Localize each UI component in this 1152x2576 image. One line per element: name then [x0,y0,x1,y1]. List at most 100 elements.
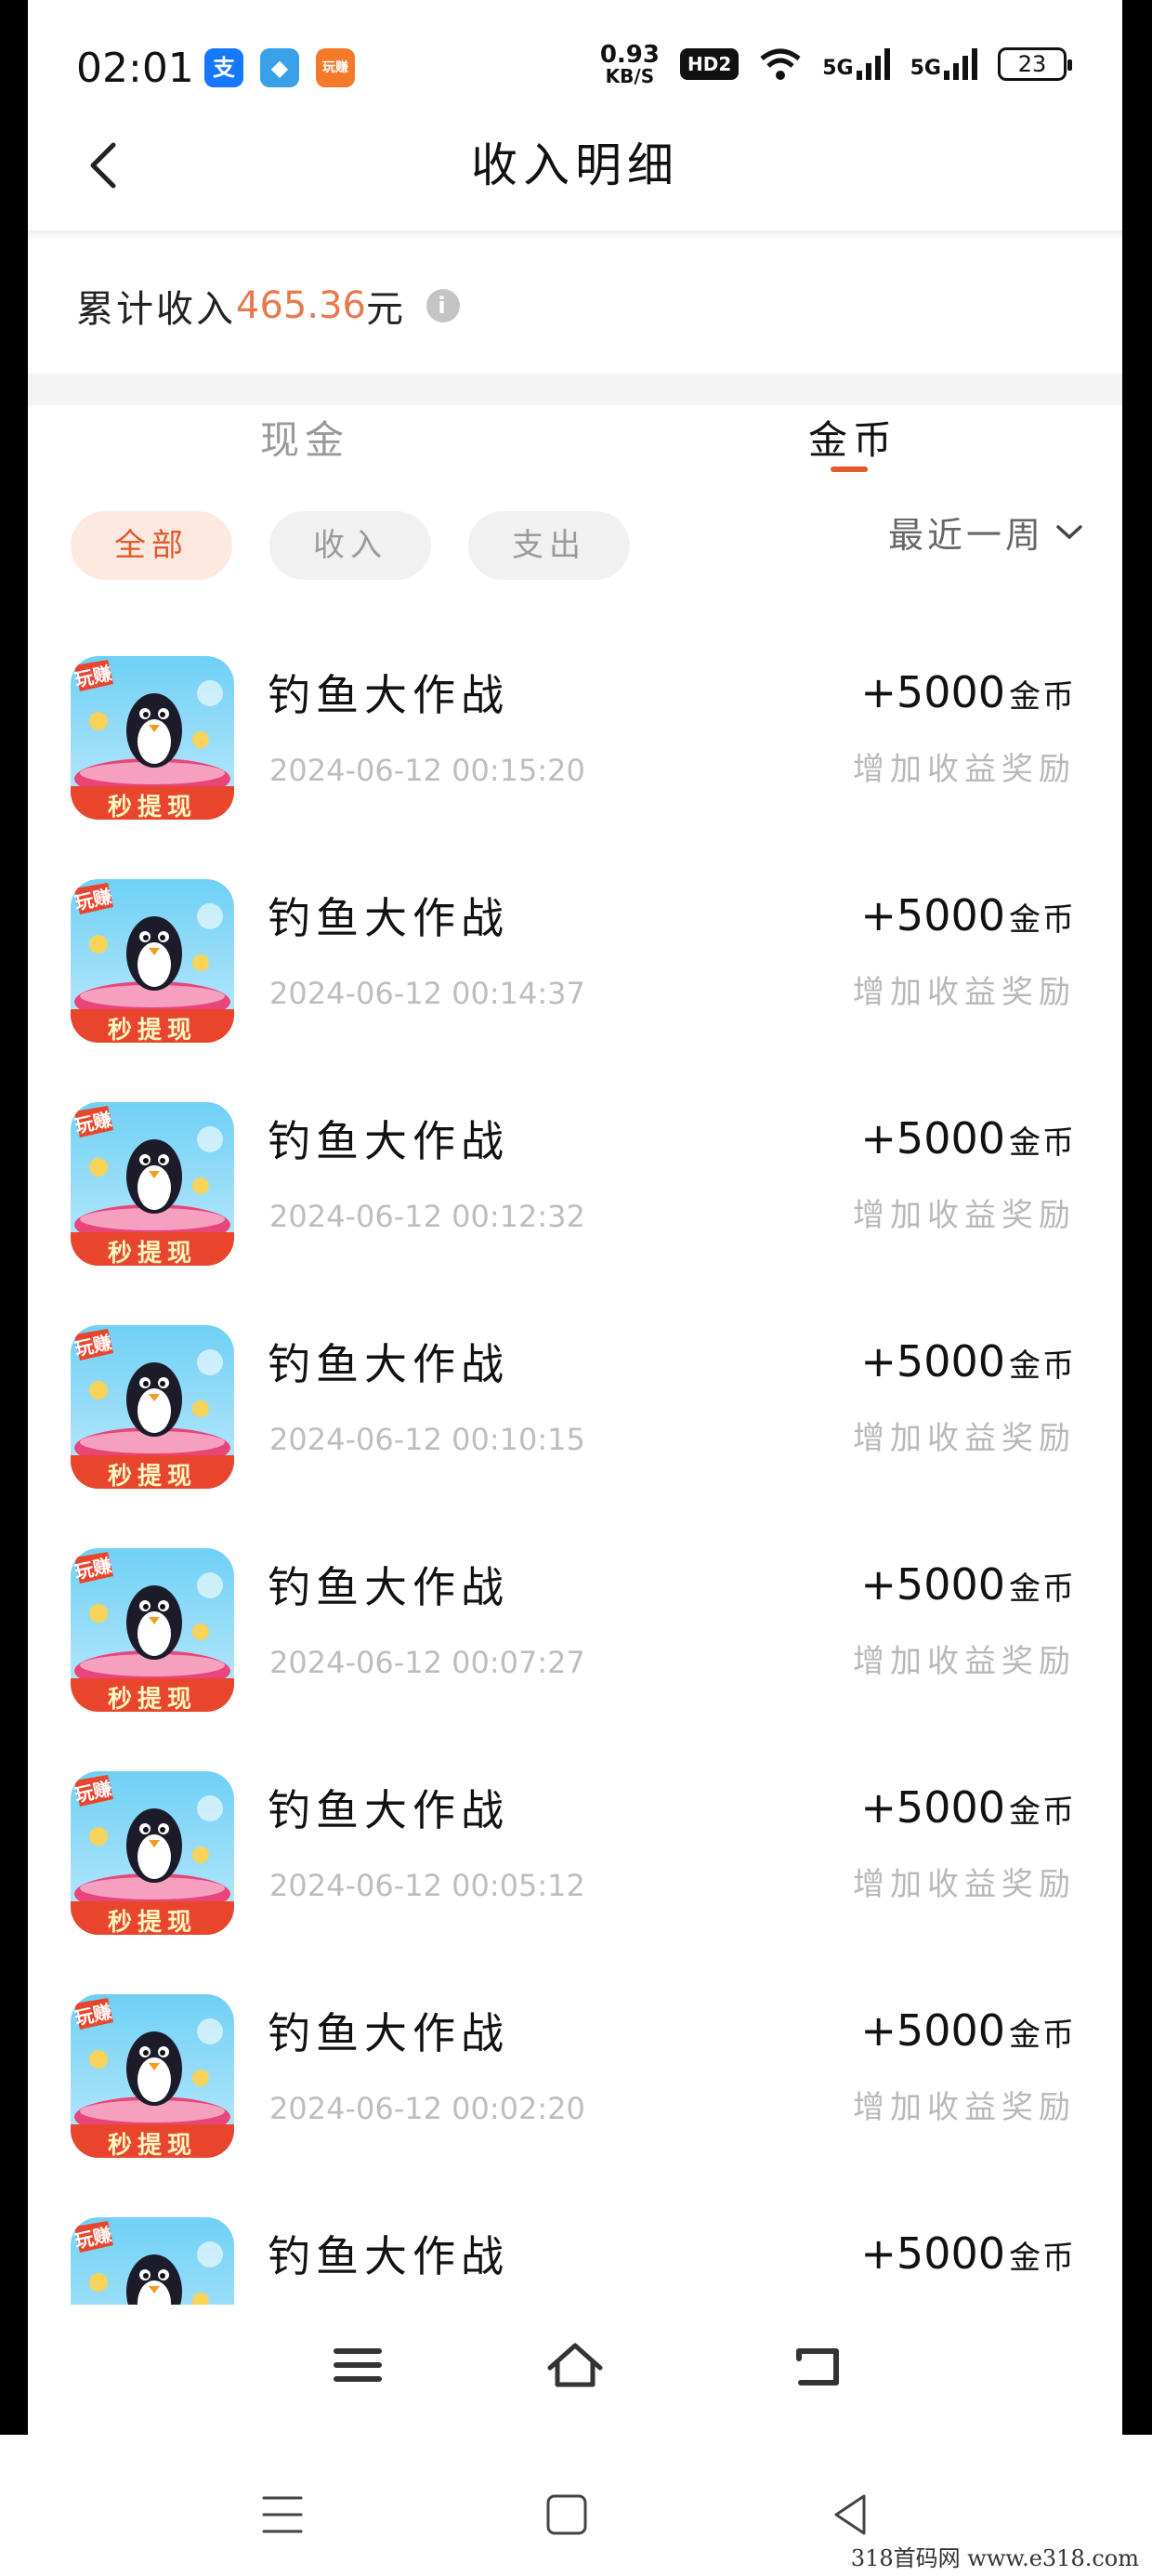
item-description: 增加收益奖励 [853,1197,1076,1234]
item-amount-value: +5000 [860,2005,1005,2056]
item-description: 增加收益奖励 [853,751,1076,788]
game-app-icon: 玩赚 秒提现 [71,1771,234,1935]
period-label: 最近一周 [887,515,1044,556]
signal-1-label: 5G [822,57,854,80]
item-amount-value: +5000 [860,1559,1005,1610]
icon-badge-bottom: 秒提现 [107,2132,197,2158]
game-app-icon: 玩赚 秒提现 [71,879,234,1043]
income-summary: 累计收入 465.36 元 i [76,279,460,333]
records-list: 玩赚 秒提现 钓鱼大作战 2024-06-12 00:15:20 +5000 金… [28,651,1122,2305]
system-nav-bar: 318首码网 www.e318.com [0,2435,1152,2576]
watermark: 318首码网 www.e318.com [850,2545,1139,2571]
item-amount: +5000 金币 [860,667,1076,717]
icon-badge-bottom: 秒提现 [107,794,197,820]
item-amount-unit: 金币 [1009,1571,1076,1608]
item-name: 钓鱼大作战 [268,893,509,943]
signal-strength-1: 5G [822,48,890,80]
item-description: 增加收益奖励 [853,1420,1076,1457]
item-name: 钓鱼大作战 [268,1116,509,1166]
item-amount-unit: 金币 [1009,1347,1076,1385]
filter-expense-chip[interactable]: 支出 [468,511,630,580]
game-app-icon: 玩赚 秒提现 [71,1325,234,1489]
icon-badge-bottom: 秒提现 [107,1463,197,1489]
period-dropdown[interactable]: 最近一周 [888,506,1083,558]
app-screen: 02:01 支 ◆ 玩赚 0.93 KB/S HD2 5G 5G 23 收入明细… [28,0,1122,2435]
app-notification-icon: ◆ [260,48,299,87]
item-name: 钓鱼大作战 [268,670,509,720]
item-amount: +5000 金币 [860,1782,1076,1833]
summary-amount: 465.36 [236,284,366,327]
item-description: 增加收益奖励 [853,974,1076,1011]
item-name: 钓鱼大作战 [268,2008,509,2058]
page-title: 收入明细 [471,138,679,192]
item-description: 增加收益奖励 [853,1866,1076,1903]
home-icon[interactable] [543,2333,608,2398]
icon-badge-bottom: 秒提现 [107,1686,197,1712]
item-timestamp: 2024-06-12 00:02:20 [269,2091,585,2126]
icon-badge-bottom: 秒提现 [107,1017,197,1043]
icon-badge-bottom: 秒提现 [107,1909,197,1935]
signal-2-label: 5G [910,57,941,80]
item-name: 钓鱼大作战 [268,1785,509,1835]
game-app-icon: 玩赚 秒提现 [71,2217,234,2305]
item-timestamp: 2024-06-12 00:12:32 [269,1199,585,1234]
item-name: 钓鱼大作战 [268,1339,509,1389]
item-amount: +5000 金币 [860,1336,1076,1387]
app-bottom-nav [28,2305,1122,2435]
net-speed-unit: KB/S [605,65,655,87]
header-divider [28,230,1122,240]
game-app-icon: 玩赚 秒提现 [71,1994,234,2158]
chevron-down-icon [1056,524,1082,539]
wanzhuan-notification-icon: 玩赚 [316,48,355,87]
list-item[interactable]: 玩赚 秒提现 钓鱼大作战 2024-06-12 00:10:15 +5000 金… [28,1320,1122,1543]
item-description: 增加收益奖励 [853,1643,1076,1680]
item-amount-unit: 金币 [1009,2017,1076,2054]
item-amount-unit: 金币 [1009,1794,1076,1831]
item-timestamp: 2024-06-12 00:05:12 [269,1868,585,1903]
active-tab-indicator [831,467,868,472]
item-timestamp: 2024-06-12 00:10:15 [269,1422,585,1457]
filter-all-chip[interactable]: 全部 [71,511,232,580]
item-amount: +5000 金币 [860,2005,1076,2056]
item-amount-value: +5000 [860,2228,1005,2279]
list-item[interactable]: 玩赚 秒提现 钓鱼大作战 2024-06-12 00:12:32 +5000 金… [28,1097,1122,1320]
item-timestamp: 2024-06-12 00:07:27 [269,1645,585,1680]
item-amount-value: +5000 [860,1782,1005,1833]
list-item[interactable]: 玩赚 秒提现 钓鱼大作战 2024-06-12 00:05:12 +5000 金… [28,1766,1122,1989]
item-amount-unit: 金币 [1009,2240,1076,2277]
summary-label: 累计收入 [76,288,236,331]
back-triangle-icon[interactable] [823,2487,879,2543]
item-amount-unit: 金币 [1009,901,1076,939]
list-item[interactable]: 玩赚 秒提现 钓鱼大作战 +5000 金币 [28,2212,1122,2305]
net-speed-value: 0.93 [599,41,660,69]
return-icon[interactable] [784,2333,849,2398]
list-item[interactable]: 玩赚 秒提现 钓鱼大作战 2024-06-12 00:07:27 +5000 金… [28,1543,1122,1766]
recents-icon[interactable] [255,2487,310,2543]
item-amount: +5000 金币 [860,1559,1076,1610]
item-amount: +5000 金币 [860,890,1076,940]
section-divider [28,374,1122,405]
item-amount-value: +5000 [860,890,1005,940]
menu-icon[interactable] [325,2333,390,2398]
item-amount: +5000 金币 [860,2228,1076,2279]
list-item[interactable]: 玩赚 秒提现 钓鱼大作战 2024-06-12 00:02:20 +5000 金… [28,1989,1122,2212]
icon-badge-bottom: 秒提现 [107,1240,197,1266]
item-amount-value: +5000 [860,1113,1005,1163]
status-indicators: 0.93 KB/S HD2 5G 5G 23 [599,41,1072,87]
home-square-icon[interactable] [539,2487,595,2543]
item-name: 钓鱼大作战 [268,2231,509,2281]
battery-icon: 23 [998,47,1072,81]
filter-income-chip[interactable]: 收入 [269,511,431,580]
item-amount-value: +5000 [860,667,1005,717]
info-icon[interactable]: i [425,289,460,322]
item-description: 增加收益奖励 [853,2089,1076,2126]
item-amount-value: +5000 [860,1336,1005,1387]
item-name: 钓鱼大作战 [268,1562,509,1612]
list-item[interactable]: 玩赚 秒提现 钓鱼大作战 2024-06-12 00:15:20 +5000 金… [28,651,1122,874]
status-bar: 02:01 支 ◆ 玩赚 0.93 KB/S HD2 5G 5G 23 [28,0,1122,121]
item-amount-unit: 金币 [1009,678,1076,716]
summary-unit: 元 [365,288,406,331]
list-item[interactable]: 玩赚 秒提现 钓鱼大作战 2024-06-12 00:14:37 +5000 金… [28,874,1122,1097]
tab-coin[interactable]: 金币 [808,409,897,466]
tab-cash[interactable]: 现金 [260,409,349,466]
